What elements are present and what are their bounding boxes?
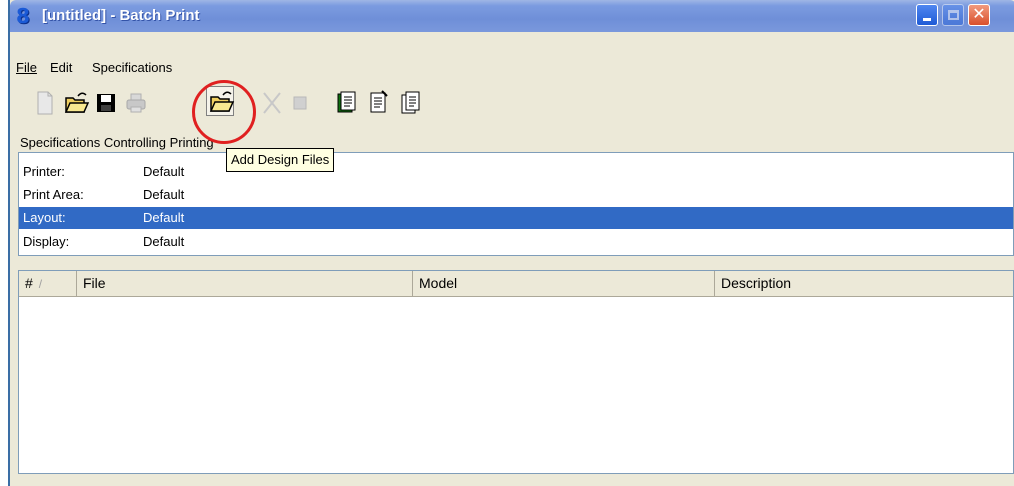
copy-document-icon	[401, 91, 420, 114]
specifications-label: Specifications Controlling Printing	[20, 134, 214, 152]
column-header-number[interactable]: # /	[19, 271, 77, 296]
column-header-model[interactable]: Model	[413, 271, 715, 296]
copy-button[interactable]	[396, 88, 424, 118]
maximize-icon	[948, 10, 959, 20]
app-icon: 8	[16, 4, 30, 28]
column-header-label: File	[83, 275, 106, 291]
remove-file-icon	[263, 92, 281, 114]
properties-document-icon	[370, 90, 388, 113]
save-disk-icon	[97, 94, 115, 112]
minimize-button[interactable]	[916, 4, 938, 26]
batch-print-window: 8 [untitled] - Batch Print ✕ File Edit S…	[8, 0, 1014, 486]
menu-edit[interactable]: Edit	[50, 59, 72, 76]
spec-name: Display:	[23, 234, 70, 249]
spec-row-print-area[interactable]: Print Area: Default	[19, 184, 1013, 206]
stop-icon	[293, 96, 307, 110]
spec-value: Default	[143, 234, 185, 249]
column-header-label: Model	[419, 275, 458, 291]
spec-row-layout[interactable]: Layout: Default	[19, 207, 1013, 229]
save-button[interactable]	[92, 88, 120, 118]
menu-edit-label: Edit	[50, 60, 73, 75]
specifications-list: Printer: Default Print Area: Default Lay…	[18, 152, 1014, 256]
tooltip: Add Design Files	[226, 148, 335, 172]
stop-button[interactable]	[286, 88, 314, 118]
column-header-file[interactable]: File	[77, 271, 413, 296]
new-button[interactable]	[30, 88, 58, 118]
spec-name: Printer:	[23, 164, 65, 179]
open-button[interactable]	[62, 88, 90, 118]
window-title: [untitled] - Batch Print	[42, 7, 200, 24]
menu-specifications-label: Specifications	[92, 60, 173, 75]
spec-value: Default	[143, 210, 185, 225]
title-bar[interactable]: 8 [untitled] - Batch Print ✕	[10, 0, 1014, 32]
tooltip-text: Add Design Files	[231, 152, 330, 167]
open-folder-icon	[64, 92, 90, 113]
column-header-description[interactable]: Description	[715, 271, 1013, 296]
spec-value: Default	[143, 164, 185, 179]
close-button[interactable]: ✕	[968, 4, 990, 26]
annotation-highlight-circle	[192, 80, 256, 144]
print-icon	[126, 93, 146, 113]
remove-file-button[interactable]	[258, 88, 286, 118]
menu-bar: File Edit Specifications	[10, 56, 1014, 78]
new-file-icon	[37, 91, 53, 115]
specifications-document-icon	[337, 91, 356, 113]
maximize-button[interactable]	[942, 4, 964, 26]
spec-name: Layout:	[23, 210, 66, 225]
sort-indicator-icon: /	[38, 277, 43, 291]
file-list[interactable]: # / File Model Description	[18, 270, 1014, 474]
column-header-label: #	[25, 275, 33, 291]
properties-button[interactable]	[364, 88, 392, 118]
spec-name: Print Area:	[23, 187, 84, 202]
menu-specifications[interactable]: Specifications	[92, 59, 172, 76]
menu-file-label: File	[16, 60, 37, 75]
file-list-header: # / File Model Description	[19, 271, 1013, 297]
menu-file[interactable]: File	[16, 59, 37, 76]
minimize-icon	[923, 18, 931, 21]
specifications-label-text: Specifications Controlling Printing	[20, 135, 214, 150]
close-icon: ✕	[972, 6, 986, 23]
spec-value: Default	[143, 187, 185, 202]
spec-row-display[interactable]: Display: Default	[19, 231, 1013, 253]
file-list-body[interactable]	[19, 297, 1013, 473]
spec-row-printer[interactable]: Printer: Default	[19, 161, 1013, 183]
specifications-button[interactable]	[332, 88, 360, 118]
print-button[interactable]	[122, 88, 150, 118]
column-header-label: Description	[721, 275, 792, 291]
